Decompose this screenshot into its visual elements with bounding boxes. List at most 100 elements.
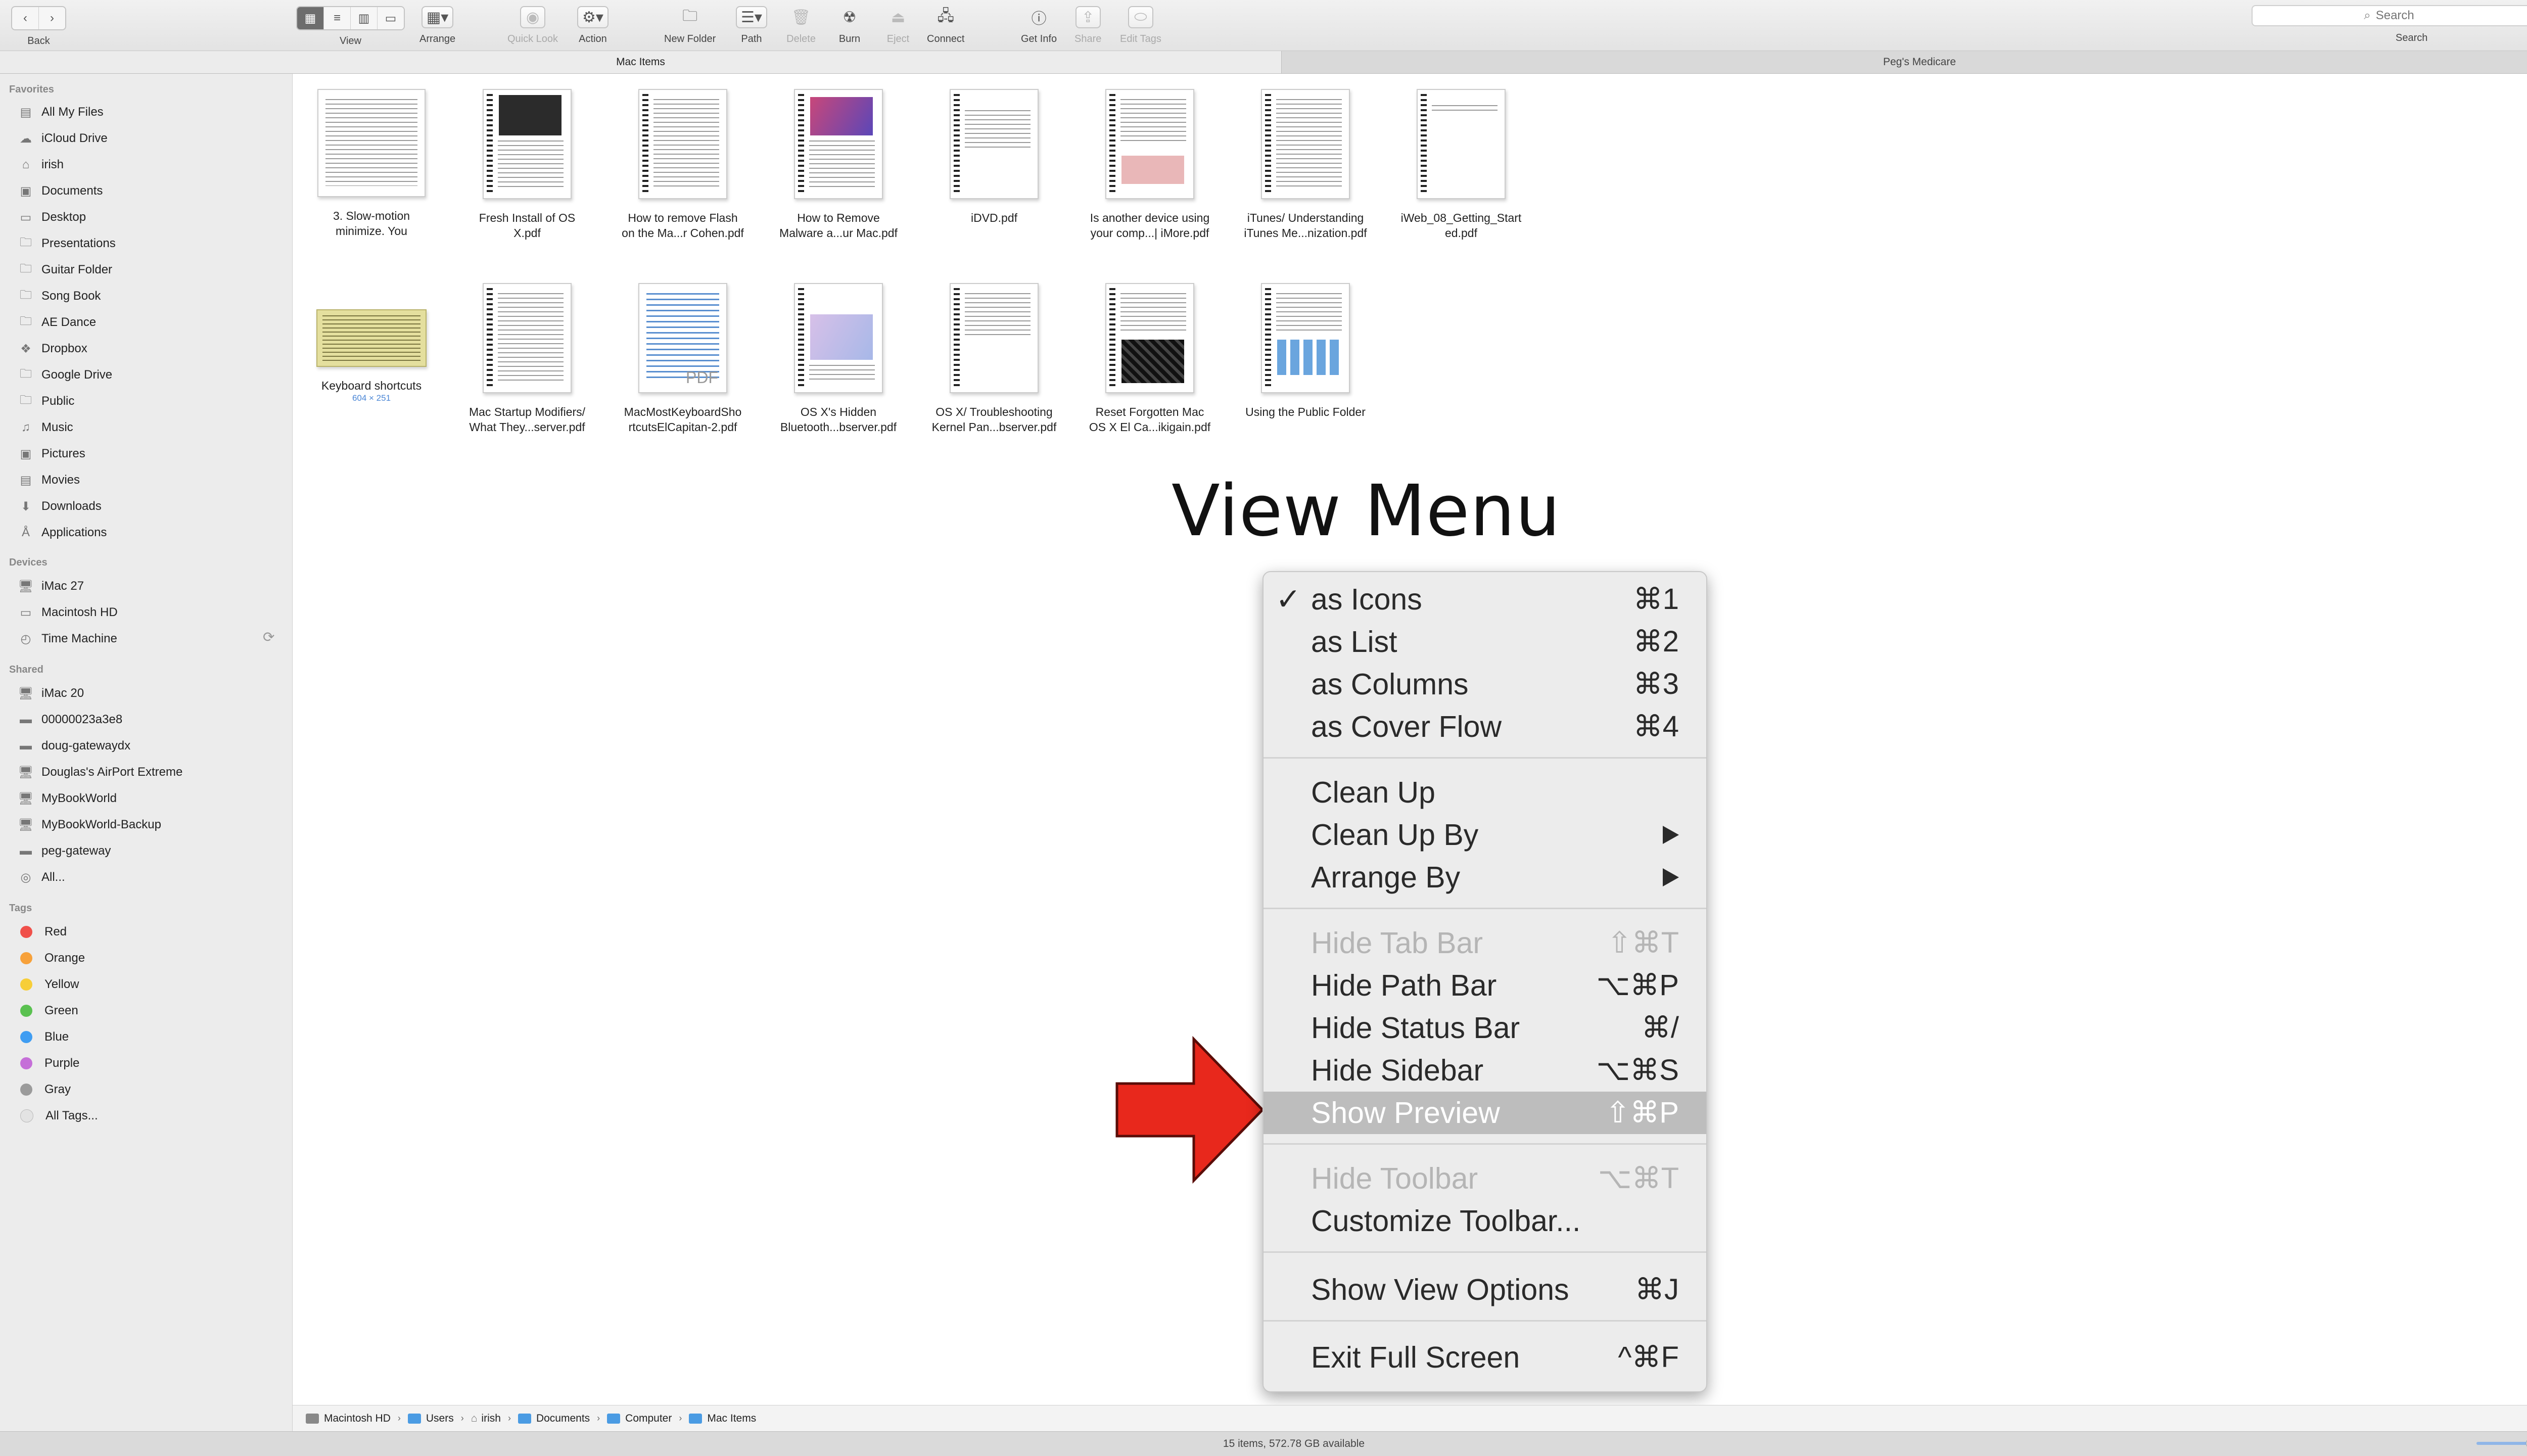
- sidebar-item-00000023a3e8[interactable]: ▬ 00000023a3e8: [17, 710, 122, 730]
- menu-item-as-list[interactable]: as List ⌘2: [1264, 621, 1706, 663]
- sidebar-item-tag-blue[interactable]: Blue: [17, 1027, 69, 1047]
- eye-icon[interactable]: ◉: [520, 6, 546, 28]
- menu-item-as-columns[interactable]: as Columns ⌘3: [1264, 663, 1706, 706]
- sidebar-item-airport-extreme[interactable]: 🖥 Douglas's AirPort Extreme: [17, 762, 183, 782]
- edit-tags-button[interactable]: ⬭ Edit Tags: [1120, 6, 1161, 45]
- share-icon[interactable]: ⇪: [1075, 6, 1101, 28]
- back-forward-segmented[interactable]: ‹ ›: [11, 6, 66, 30]
- menu-item-show-preview[interactable]: Show Preview ⇧⌘P: [1264, 1092, 1706, 1134]
- gear-icon[interactable]: ⚙▾: [577, 6, 609, 28]
- file-item[interactable]: Fresh Install of OS X.pdf: [454, 89, 600, 241]
- file-item[interactable]: 3. Slow-motion minimize. You: [298, 89, 445, 239]
- search-field[interactable]: ⌕: [2252, 5, 2527, 26]
- forward-arrow-icon[interactable]: ›: [39, 7, 65, 29]
- menu-item-clean-up-by[interactable]: Clean Up By: [1264, 814, 1706, 856]
- menu-item-hide-path-bar[interactable]: Hide Path Bar ⌥⌘P: [1264, 964, 1706, 1007]
- sidebar-item-tag-purple[interactable]: Purple: [17, 1053, 79, 1073]
- burn-icon[interactable]: ☢: [837, 6, 862, 28]
- sidebar-item-time-machine[interactable]: ◴ Time Machine: [17, 629, 117, 649]
- quick-look-button[interactable]: ◉ Quick Look: [507, 6, 558, 45]
- file-item[interactable]: PDF MacMostKeyboardSho rtcutsElCapitan-2.…: [610, 283, 756, 435]
- sidebar-item-all-shared[interactable]: ◎ All...: [17, 867, 65, 887]
- menu-item-exit-full-screen[interactable]: Exit Full Screen ^⌘F: [1264, 1336, 1706, 1379]
- sidebar-item-dropbox[interactable]: ❖ Dropbox: [17, 339, 87, 359]
- file-item[interactable]: Keyboard shortcuts 604 × 251: [298, 283, 445, 403]
- menu-item-as-cover-flow[interactable]: as Cover Flow ⌘4: [1264, 706, 1706, 748]
- path-crumb-computer[interactable]: Computer: [607, 1413, 672, 1425]
- sidebar-item-tag-gray[interactable]: Gray: [17, 1079, 71, 1100]
- sidebar-item-ae-dance[interactable]: 🗀 AE Dance: [17, 312, 96, 333]
- sidebar-item-applications[interactable]: Å Applications: [17, 523, 107, 543]
- info-icon[interactable]: ⓘ: [1026, 6, 1052, 28]
- path-crumb-documents[interactable]: Documents: [518, 1413, 590, 1425]
- path-crumb-users[interactable]: Users: [407, 1413, 454, 1425]
- file-item[interactable]: Mac Startup Modifiers/What They...server…: [454, 283, 600, 435]
- sidebar-item-movies[interactable]: ▤ Movies: [17, 470, 80, 490]
- file-item[interactable]: Is another device using your comp...| iMo…: [1077, 89, 1223, 241]
- icon-view-icon[interactable]: ▦: [297, 7, 324, 29]
- new-folder-button[interactable]: 🗀 New Folder: [664, 6, 716, 45]
- menu-item-arrange-by[interactable]: Arrange By: [1264, 856, 1706, 899]
- file-item[interactable]: iWeb_08_Getting_Start ed.pdf: [1388, 89, 1534, 241]
- sidebar-item-mybookworld-backup[interactable]: 🖥 MyBookWorld-Backup: [17, 815, 161, 835]
- menu-item-customize-toolbar[interactable]: Customize Toolbar...: [1264, 1200, 1706, 1242]
- file-item[interactable]: iTunes/ Understanding iTunes Me...nizatio…: [1232, 89, 1379, 241]
- file-item[interactable]: How to Remove Malware a...ur Mac.pdf: [765, 89, 912, 241]
- new-folder-icon[interactable]: 🗀: [677, 6, 703, 28]
- sidebar-item-peg-gateway[interactable]: ▬ peg-gateway: [17, 841, 111, 861]
- menu-item-show-view-options[interactable]: Show View Options ⌘J: [1264, 1269, 1706, 1311]
- sidebar-item-public[interactable]: 🗀 Public: [17, 391, 74, 411]
- menu-item-clean-up[interactable]: Clean Up: [1264, 771, 1706, 814]
- back-arrow-icon[interactable]: ‹: [12, 7, 39, 29]
- path-crumb-mac-items[interactable]: Mac Items: [689, 1413, 756, 1425]
- sidebar-item-desktop[interactable]: ▭ Desktop: [17, 207, 86, 227]
- list-view-icon[interactable]: ≡: [324, 7, 351, 29]
- path-crumb-irish[interactable]: ⌂ irish: [471, 1413, 501, 1425]
- sidebar-item-icloud-drive[interactable]: ☁ iCloud Drive: [17, 128, 108, 149]
- sidebar-item-tag-red[interactable]: Red: [17, 922, 67, 942]
- sidebar-item-music[interactable]: ♫ Music: [17, 417, 73, 438]
- tab-mac-items[interactable]: Mac Items: [0, 51, 1282, 73]
- burn-button[interactable]: ☢ Burn: [837, 6, 862, 45]
- file-item[interactable]: Reset Forgotten Mac OS X El Ca...ikigain.…: [1077, 283, 1223, 435]
- sidebar-item-guitar-folder[interactable]: 🗀 Guitar Folder: [17, 260, 112, 280]
- view-mode-segmented[interactable]: ▦ ≡ ▥ ▭: [296, 6, 405, 30]
- sidebar-item-doug-gatewaydx[interactable]: ▬ doug-gatewaydx: [17, 736, 130, 756]
- icon-size-slider[interactable]: [2476, 1438, 2527, 1449]
- sidebar-item-mybookworld[interactable]: 🖥 MyBookWorld: [17, 788, 117, 809]
- column-view-icon[interactable]: ▥: [351, 7, 378, 29]
- sidebar-item-all-my-files[interactable]: ▤ All My Files: [17, 102, 104, 122]
- file-item[interactable]: OS X's Hidden Bluetooth...bserver.pdf: [765, 283, 912, 435]
- sidebar-item-google-drive[interactable]: 🗀 Google Drive: [17, 365, 112, 385]
- arrange-button[interactable]: ▦▾ Arrange: [419, 6, 455, 45]
- sidebar-item-tag-orange[interactable]: Orange: [17, 948, 85, 968]
- share-button[interactable]: ⇪ Share: [1074, 6, 1101, 45]
- sidebar-item-presentations[interactable]: 🗀 Presentations: [17, 233, 116, 254]
- sync-icon[interactable]: ⟳: [263, 629, 274, 645]
- menu-item-hide-sidebar[interactable]: Hide Sidebar ⌥⌘S: [1264, 1049, 1706, 1092]
- sidebar-item-tag-green[interactable]: Green: [17, 1001, 78, 1021]
- view-control[interactable]: ▦ ≡ ▥ ▭ View: [296, 6, 405, 47]
- cover-flow-icon[interactable]: ▭: [378, 7, 404, 29]
- menu-item-as-icons[interactable]: ✓ as Icons ⌘1: [1264, 578, 1706, 621]
- search-input[interactable]: [2374, 8, 2453, 23]
- action-button[interactable]: ⚙▾ Action: [577, 6, 609, 45]
- sidebar-item-documents[interactable]: ▣ Documents: [17, 181, 103, 201]
- eject-button[interactable]: ⏏ Eject: [885, 6, 911, 45]
- file-item[interactable]: iDVD.pdf: [921, 89, 1067, 225]
- path-crumb-macintosh-hd[interactable]: Macintosh HD: [306, 1413, 391, 1425]
- file-item[interactable]: How to remove Flash on the Ma...r Cohen.p…: [610, 89, 756, 241]
- sidebar-item-song-book[interactable]: 🗀 Song Book: [17, 286, 101, 306]
- eject-icon[interactable]: ⏏: [885, 6, 911, 28]
- path-icon[interactable]: ☰▾: [736, 6, 767, 28]
- sidebar-item-irish[interactable]: ⌂ irish: [17, 155, 64, 175]
- file-item[interactable]: OS X/ Troubleshooting Kernel Pan...bserve…: [921, 283, 1067, 435]
- back-forward-control[interactable]: ‹ › Back: [11, 6, 66, 47]
- tab-pegs-medicare[interactable]: Peg's Medicare: [1282, 51, 2527, 73]
- sidebar-item-imac-20[interactable]: 🖥 iMac 20: [17, 683, 84, 703]
- sidebar-item-macintosh-hd[interactable]: ▭ Macintosh HD: [17, 602, 118, 623]
- delete-button[interactable]: 🗑 Delete: [786, 6, 816, 45]
- connect-icon[interactable]: 🖧: [932, 6, 959, 28]
- path-button[interactable]: ☰▾ Path: [736, 6, 767, 45]
- arrange-icon[interactable]: ▦▾: [421, 6, 454, 28]
